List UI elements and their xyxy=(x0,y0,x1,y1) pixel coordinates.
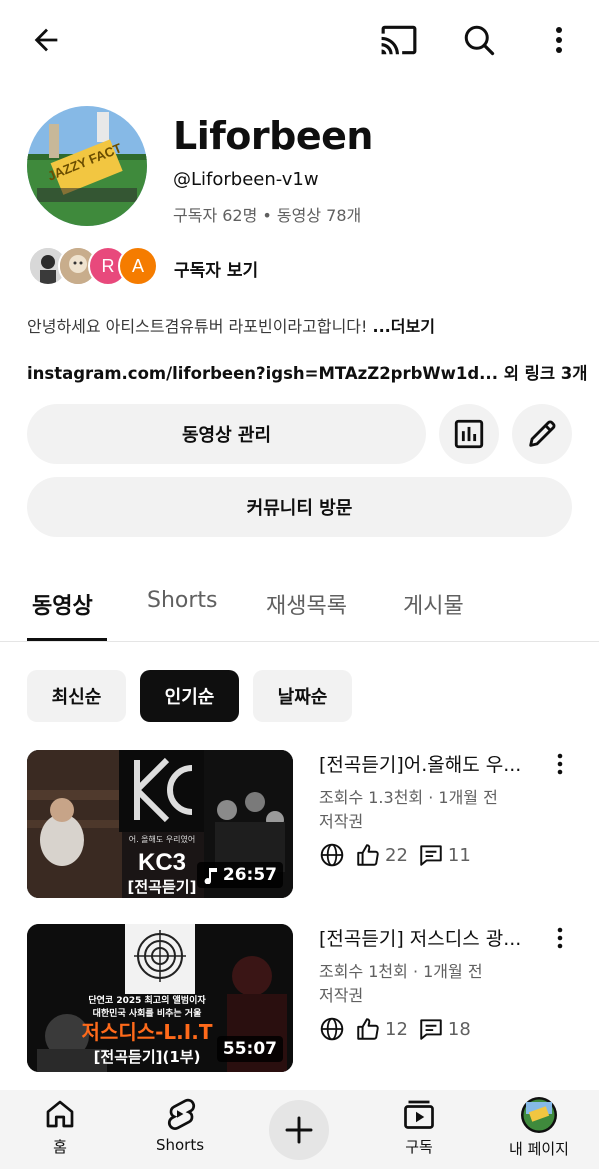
channel-description[interactable]: 안녕하세요 아티스트겸유튜버 라포빈이라고합니다! ...더보기 xyxy=(27,313,435,337)
video-views: 조회수 1천회 · 1개월 전 xyxy=(319,962,483,981)
comment-count: 18 xyxy=(418,1016,471,1042)
globe-icon xyxy=(320,843,344,867)
manage-videos-label: 동영상 관리 xyxy=(181,425,272,446)
like-count: 22 xyxy=(355,842,408,868)
nav-subscriptions-label: 구독 xyxy=(405,1138,433,1156)
nav-shorts[interactable]: Shorts xyxy=(125,1096,235,1166)
thumb-sub-text: [전곡듣기](1부) xyxy=(94,1048,201,1066)
view-subscribers[interactable]: R A 구독자 보기 xyxy=(28,246,428,290)
video-thumbnail[interactable]: 단연코 2025 최고의 앨범이자 대한민국 사회를 비추는 거울 저스디스-L… xyxy=(27,924,293,1072)
tab-posts[interactable]: 게시물 xyxy=(403,588,464,620)
subscriber-avatar-letter: R xyxy=(101,255,115,276)
plus-icon xyxy=(285,1116,313,1144)
channel-name: Liforbeen xyxy=(173,114,373,158)
nav-you-label: 내 페이지 xyxy=(509,1140,569,1158)
chip-popular[interactable]: 인기순 xyxy=(140,670,239,722)
profile-avatar-icon xyxy=(521,1097,557,1133)
channel-tabs: 동영상 Shorts 재생목록 게시물 xyxy=(0,574,599,642)
thumbs-up-icon xyxy=(357,1018,379,1040)
video-more-icon[interactable] xyxy=(556,752,572,782)
active-tab-indicator xyxy=(27,638,107,641)
video-item[interactable]: 어. 올해도 우리였어 KC3 [전곡듣기] 26:57 [전곡듣기]어.올해도… xyxy=(27,750,572,898)
video-title[interactable]: [전곡듣기]어.올해도 우... xyxy=(319,750,549,777)
video-title[interactable]: [전곡듣기] 저스디스 광... xyxy=(319,924,549,951)
chip-latest[interactable]: 최신순 xyxy=(27,670,126,722)
video-stats: 12 18 xyxy=(319,1014,481,1044)
visit-community-button[interactable]: 커뮤니티 방문 xyxy=(27,477,572,537)
subscriber-avatar-a: A xyxy=(118,246,158,286)
bottom-navigation: 홈 Shorts 구독 내 페이지 xyxy=(0,1090,599,1169)
shorts-icon xyxy=(167,1098,196,1130)
thumb-line1-text: 단연코 2025 최고의 앨범이자 xyxy=(88,994,206,1006)
visibility-public xyxy=(319,842,345,868)
thumb-small-text: 어. 올해도 우리였어 xyxy=(129,834,196,844)
comment-icon xyxy=(420,1019,442,1040)
video-license: 저작권 xyxy=(319,812,364,831)
channel-link[interactable]: instagram.com/liforbeen?igsh=MTAzZ2prbWw… xyxy=(27,364,498,383)
video-item[interactable]: 단연코 2025 최고의 앨범이자 대한민국 사회를 비추는 거울 저스디스-L… xyxy=(27,924,572,1072)
like-count-text: 22 xyxy=(385,844,408,866)
description-text: 안녕하세요 아티스트겸유튜버 라포빈이라고합니다! xyxy=(27,317,373,336)
subscriber-avatar-letter: A xyxy=(131,255,144,276)
video-stats: 22 11 xyxy=(319,840,481,870)
channel-avatar[interactable]: JAZZY FACT xyxy=(27,106,147,226)
like-count: 12 xyxy=(355,1016,408,1042)
duration-text: 55:07 xyxy=(222,1039,277,1059)
channel-stats: 구독자 62명 • 동영상 78개 xyxy=(173,206,362,225)
nav-shorts-label: Shorts xyxy=(155,1136,205,1154)
tab-videos[interactable]: 동영상 xyxy=(32,588,93,620)
thumb-sub-text: [전곡듣기] xyxy=(128,878,197,896)
top-app-bar xyxy=(0,0,599,80)
duration-text: 26:57 xyxy=(222,865,277,885)
video-more-icon[interactable] xyxy=(556,926,572,956)
nav-subscriptions[interactable]: 구독 xyxy=(364,1096,474,1166)
home-icon xyxy=(46,1100,74,1128)
analytics-button[interactable] xyxy=(439,404,499,464)
channel-handle: @Liforbeen-v1w xyxy=(173,169,319,190)
video-duration: 26:57 xyxy=(196,862,283,888)
more-links[interactable]: 외 링크 3개 xyxy=(498,364,588,383)
visibility-public xyxy=(319,1016,345,1042)
back-arrow-icon[interactable] xyxy=(24,18,68,62)
analytics-icon xyxy=(454,419,484,449)
channel-links[interactable]: instagram.com/liforbeen?igsh=MTAzZ2prbWw… xyxy=(27,360,587,384)
comment-icon xyxy=(420,845,442,866)
cast-icon[interactable] xyxy=(377,18,421,62)
nav-you[interactable]: 내 페이지 xyxy=(484,1096,594,1166)
thumb-line2-text: 대한민국 사회를 비추는 거울 xyxy=(93,1007,202,1019)
video-views: 조회수 1.3천회 · 1개월 전 xyxy=(319,788,498,807)
pencil-icon xyxy=(529,420,556,447)
thumb-title-text: 저스디스-L.I.T xyxy=(82,1020,213,1044)
video-thumbnail[interactable]: 어. 올해도 우리였어 KC3 [전곡듣기] 26:57 xyxy=(27,750,293,898)
music-note-icon xyxy=(204,868,217,884)
thumbs-up-icon xyxy=(357,844,379,866)
description-more-link[interactable]: ...더보기 xyxy=(373,317,435,336)
like-count-text: 12 xyxy=(385,1018,408,1040)
nav-home[interactable]: 홈 xyxy=(5,1096,115,1166)
thumb-title-text: KC3 xyxy=(138,849,186,876)
more-vert-icon[interactable] xyxy=(537,18,581,62)
search-icon[interactable] xyxy=(457,18,501,62)
manage-videos-button[interactable]: 동영상 관리 xyxy=(27,404,426,464)
comment-count-text: 18 xyxy=(447,1018,471,1040)
subscriptions-icon xyxy=(404,1100,434,1129)
comment-count-text: 11 xyxy=(447,844,471,866)
tab-shorts[interactable]: Shorts xyxy=(147,588,218,613)
nav-home-label: 홈 xyxy=(53,1138,67,1156)
create-button[interactable] xyxy=(269,1100,329,1160)
video-license: 저작권 xyxy=(319,986,364,1005)
globe-icon xyxy=(320,1017,344,1041)
comment-count: 11 xyxy=(418,842,471,868)
visit-community-label: 커뮤니티 방문 xyxy=(246,498,353,519)
chip-oldest[interactable]: 날짜순 xyxy=(253,670,352,722)
tab-playlists[interactable]: 재생목록 xyxy=(266,588,347,620)
edit-channel-button[interactable] xyxy=(512,404,572,464)
view-subscribers-label: 구독자 보기 xyxy=(174,261,259,281)
video-duration: 55:07 xyxy=(216,1036,283,1062)
